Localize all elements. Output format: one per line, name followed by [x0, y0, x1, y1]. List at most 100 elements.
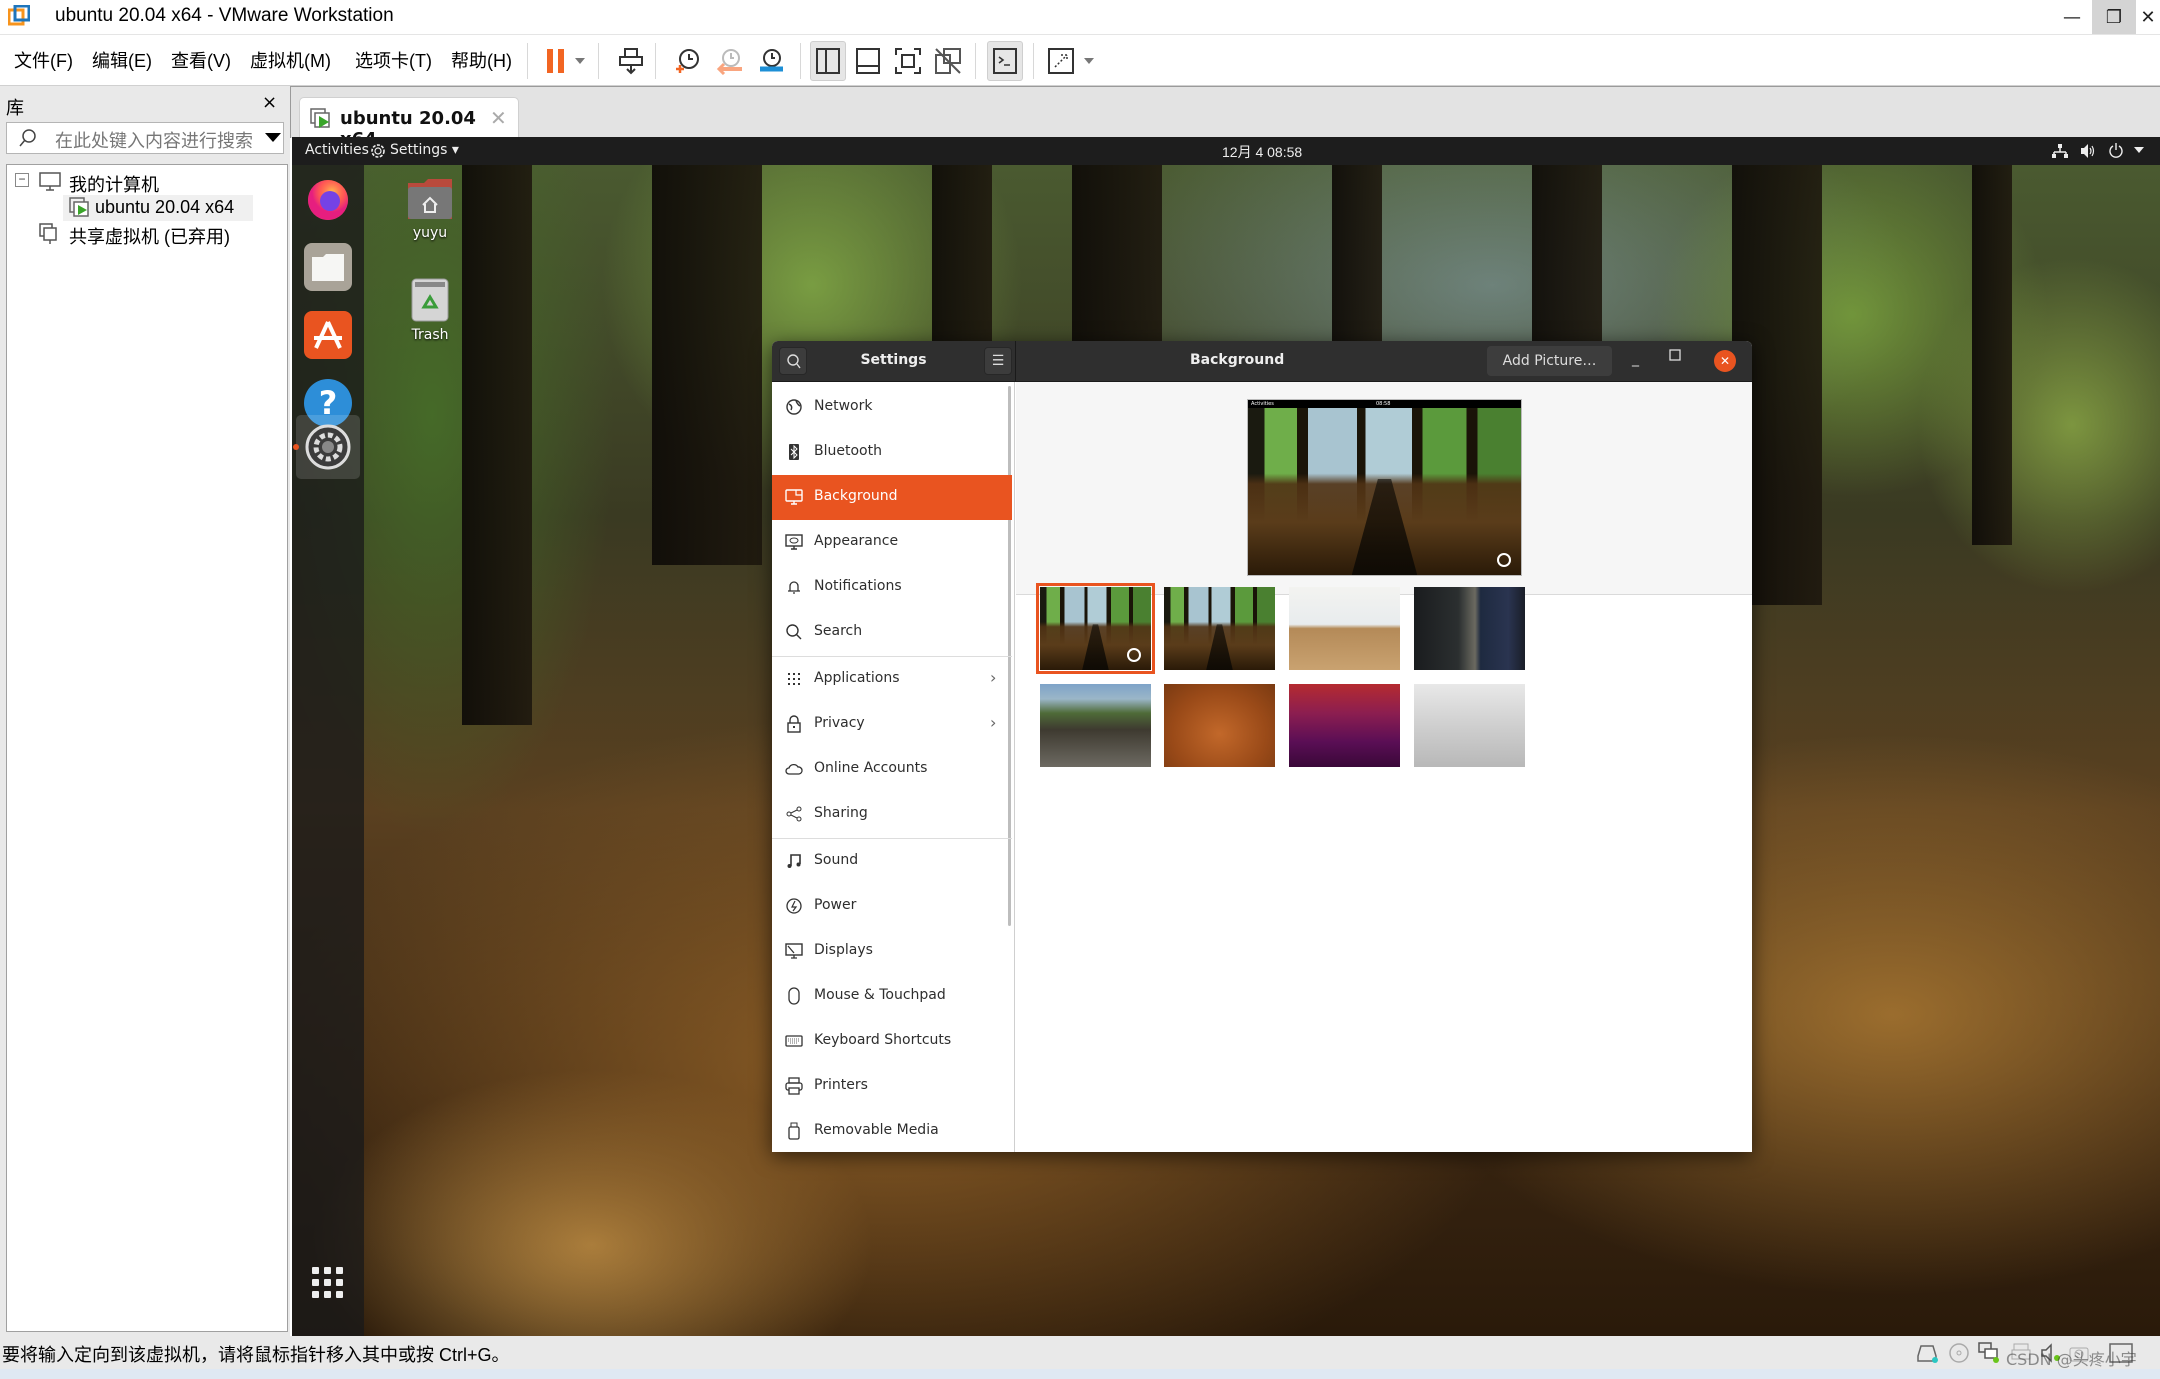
- settings-menu-button[interactable]: ☰: [984, 347, 1012, 375]
- wallpaper-thumbnail-suspension-bridge[interactable]: [1040, 684, 1151, 767]
- desktop-icon-home[interactable]: yuyu: [390, 177, 470, 241]
- menu-tabs[interactable]: 选项卡(T): [355, 47, 432, 73]
- wallpaper-thumbnail-shuffleboard[interactable]: [1289, 587, 1400, 670]
- send-keys-icon: [619, 48, 643, 75]
- menu-help[interactable]: 帮助(H): [451, 47, 512, 73]
- snapshot-manager-button[interactable]: [753, 41, 789, 81]
- tree-item-my-computer[interactable]: − 我的计算机: [7, 169, 287, 195]
- sidebar-item-privacy[interactable]: Privacy ›: [772, 702, 1012, 747]
- timed-wallpaper-clock-icon: [1127, 648, 1141, 662]
- menu-view[interactable]: 查看(V): [171, 47, 231, 73]
- app-menu-label: Settings ▾: [390, 142, 459, 158]
- dock-settings[interactable]: [304, 423, 352, 471]
- dock-firefox[interactable]: [304, 175, 352, 223]
- files-icon: [312, 254, 344, 281]
- desktop-icon-trash[interactable]: Trash: [390, 277, 470, 343]
- sidebar-item-power[interactable]: Power: [772, 884, 1012, 929]
- hard-disk-icon[interactable]: [1916, 1342, 1938, 1364]
- sidebar-item-search[interactable]: Search: [772, 610, 1012, 655]
- unity-button[interactable]: [930, 41, 966, 81]
- revert-snapshot-button[interactable]: [712, 41, 748, 81]
- sidebar-item-displays[interactable]: Displays: [772, 929, 1012, 974]
- menu-vm[interactable]: 虚拟机(M): [250, 47, 331, 73]
- desktop-icon-label: yuyu: [412, 225, 448, 241]
- collapse-toggle-icon[interactable]: −: [15, 173, 29, 187]
- pause-button[interactable]: [538, 41, 574, 81]
- stretch-guest-button[interactable]: [1043, 41, 1079, 81]
- volume-icon[interactable]: [2080, 143, 2096, 159]
- menu-file[interactable]: 文件(F): [14, 47, 73, 73]
- dock-ubuntu-software[interactable]: [304, 311, 352, 359]
- wallpaper-thumbnail-forest-timed[interactable]: [1036, 583, 1155, 674]
- activities-button[interactable]: Activities: [305, 142, 369, 158]
- toolbar-separator: [975, 43, 976, 79]
- preview-clock-label: 08:58: [1376, 401, 1391, 407]
- sidebar-item-network[interactable]: Network: [772, 385, 1012, 430]
- sidebar-item-keyboard-shortcuts[interactable]: Keyboard Shortcuts: [772, 1019, 1012, 1064]
- show-library-button[interactable]: [810, 41, 846, 81]
- vm-tab-close-button[interactable]: ✕: [490, 106, 507, 130]
- menu-edit[interactable]: 编辑(E): [92, 47, 152, 73]
- tree-item-shared-vms[interactable]: 共享虚拟机 (已弃用): [7, 221, 287, 247]
- sidebar-item-online-accounts[interactable]: Online Accounts: [772, 747, 1012, 792]
- restore-button[interactable]: ❐: [2092, 0, 2136, 34]
- current-wallpaper-preview: Activities 08:58: [1247, 399, 1522, 576]
- tree-shadow: [1351, 478, 1418, 575]
- wallpaper-thumbnail-heron-orange[interactable]: [1164, 684, 1275, 767]
- show-applications-button[interactable]: [312, 1267, 344, 1299]
- cd-dvd-icon[interactable]: [1948, 1342, 1970, 1364]
- vm-running-icon: [310, 108, 330, 128]
- snapshot-manager-icon: [760, 49, 783, 72]
- tree-item-ubuntu-vm[interactable]: ubuntu 20.04 x64: [63, 195, 253, 221]
- settings-gear-icon: [371, 144, 385, 158]
- sidebar-item-sharing[interactable]: Sharing: [772, 792, 1012, 837]
- sidebar-item-label: Notifications: [814, 578, 902, 594]
- send-ctrl-alt-del-button[interactable]: [614, 41, 650, 81]
- network-wired-icon[interactable]: [2052, 143, 2068, 159]
- toolbar-separator: [1033, 43, 1034, 79]
- wallpaper-thumbnail-subway[interactable]: [1414, 587, 1525, 670]
- system-menu-arrow-icon[interactable]: [2134, 147, 2144, 154]
- sidebar-item-bluetooth[interactable]: Bluetooth: [772, 430, 1012, 475]
- add-picture-button[interactable]: Add Picture…: [1487, 346, 1612, 376]
- watermark: CSDN @头疼小宇: [2006, 1350, 2137, 1369]
- sidebar-item-notifications[interactable]: Notifications: [772, 565, 1012, 610]
- take-snapshot-button[interactable]: [670, 41, 706, 81]
- dock-files[interactable]: [304, 243, 352, 291]
- sidebar-item-label: Bluetooth: [814, 443, 882, 459]
- full-screen-button[interactable]: [890, 41, 926, 81]
- window-minimize-button[interactable]: _: [1632, 351, 1639, 367]
- apps-grid-icon: [788, 673, 800, 685]
- power-icon[interactable]: [2108, 142, 2124, 158]
- window-close-button[interactable]: ✕: [1714, 350, 1736, 372]
- console-view-button[interactable]: [987, 41, 1023, 81]
- sidebar-item-sound[interactable]: Sound: [772, 839, 1012, 884]
- keyboard-icon: [785, 1035, 803, 1047]
- sidebar-item-mouse-touchpad[interactable]: Mouse & Touchpad: [772, 974, 1012, 1019]
- library-close-button[interactable]: ×: [262, 92, 277, 113]
- wallpaper-thumbnail-focal-fossa-purple[interactable]: [1289, 684, 1400, 767]
- window-maximize-button[interactable]: [1669, 349, 1681, 361]
- clock[interactable]: 12月 4 08:58: [1222, 142, 1302, 162]
- vm-tab[interactable]: ubuntu 20.04 x64 ✕: [299, 97, 519, 150]
- running-indicator: [293, 444, 299, 450]
- wallpaper-thumbnail-focal-fossa-grey[interactable]: [1414, 684, 1525, 767]
- network-adapter-icon[interactable]: [1978, 1342, 2000, 1364]
- power-dropdown-button[interactable]: [570, 41, 590, 81]
- sidebar-item-label: Displays: [814, 942, 873, 958]
- sidebar-item-applications[interactable]: Applications ›: [772, 657, 1012, 702]
- minimize-button[interactable]: —: [2050, 0, 2094, 34]
- stretch-dropdown-button[interactable]: [1079, 41, 1099, 81]
- dropdown-arrow-icon: [1084, 58, 1094, 64]
- sidebar-item-printers[interactable]: Printers: [772, 1064, 1012, 1109]
- sidebar-item-background[interactable]: Background: [772, 475, 1012, 520]
- background-icon: [785, 489, 803, 505]
- library-search-input[interactable]: 在此处键入内容进行搜索: [6, 122, 284, 154]
- thumbnail-bar-button[interactable]: [850, 41, 886, 81]
- search-dropdown-icon[interactable]: [265, 133, 281, 142]
- sidebar-item-removable-media[interactable]: Removable Media: [772, 1109, 1012, 1152]
- wallpaper-thumbnail-forest[interactable]: [1164, 587, 1275, 670]
- vm-display[interactable]: Activities Settings ▾ 12月 4 08:58 ? yuyu…: [292, 137, 2160, 1336]
- sidebar-item-appearance[interactable]: Appearance: [772, 520, 1012, 565]
- close-button[interactable]: ✕: [2136, 0, 2160, 34]
